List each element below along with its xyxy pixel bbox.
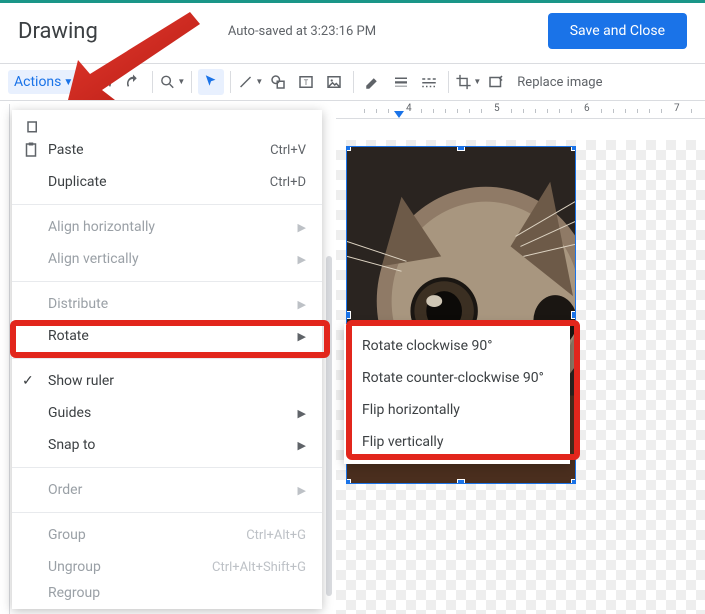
submenu-arrow-icon: ▶ xyxy=(298,439,306,452)
menu-item-order: Order ▶ xyxy=(12,474,322,506)
menu-item-show-ruler[interactable]: ✓ Show ruler xyxy=(12,365,322,397)
undo-icon[interactable] xyxy=(92,69,118,95)
submenu-item-flip-vertical[interactable]: Flip vertically xyxy=(344,426,570,458)
resize-handle-s[interactable] xyxy=(457,479,465,484)
shortcut-label: Ctrl+D xyxy=(270,175,306,190)
actions-menu-button[interactable]: Actions ▼ xyxy=(8,70,79,94)
save-and-close-button[interactable]: Save and Close xyxy=(548,13,687,49)
menu-item-paste[interactable]: Paste Ctrl+V xyxy=(12,134,322,166)
menu-item-copy: Copy xyxy=(12,116,322,134)
resize-handle-sw[interactable] xyxy=(346,479,351,484)
submenu-arrow-icon: ▶ xyxy=(298,484,306,497)
image-tool-icon[interactable] xyxy=(321,69,347,95)
toolbar: Actions ▼ ▼ ▼ T ▼ Replace image xyxy=(0,63,705,101)
resize-handle-nw[interactable] xyxy=(346,146,351,151)
menu-separator xyxy=(12,204,322,205)
submenu-item-rotate-cw[interactable]: Rotate clockwise 90° xyxy=(344,330,570,362)
menu-separator xyxy=(12,358,322,359)
paste-icon xyxy=(22,141,40,159)
line-tool-icon[interactable]: ▼ xyxy=(237,69,263,95)
menu-scrollbar[interactable] xyxy=(326,256,332,596)
menu-item-distribute: Distribute ▶ xyxy=(12,288,322,320)
menu-separator xyxy=(12,467,322,468)
shape-tool-icon[interactable] xyxy=(265,69,291,95)
menu-item-snap-to[interactable]: Snap to ▶ xyxy=(12,429,322,461)
resize-handle-ne[interactable] xyxy=(571,146,576,151)
menu-item-group: Group Ctrl+Alt+G xyxy=(12,519,322,551)
menu-item-align-horizontally: Align horizontally ▶ xyxy=(12,211,322,243)
select-tool-icon[interactable] xyxy=(198,69,224,95)
replace-image-button[interactable]: Replace image xyxy=(517,75,602,90)
menu-separator xyxy=(12,281,322,282)
caret-down-icon: ▼ xyxy=(63,77,73,88)
svg-text:T: T xyxy=(304,78,309,87)
textbox-tool-icon[interactable]: T xyxy=(293,69,319,95)
rotate-submenu: Rotate clockwise 90° Rotate counter-cloc… xyxy=(344,324,570,464)
border-color-icon[interactable] xyxy=(360,69,386,95)
zoom-icon[interactable]: ▼ xyxy=(159,69,185,95)
submenu-arrow-icon: ▶ xyxy=(298,253,306,266)
menu-separator xyxy=(12,512,322,513)
resize-handle-n[interactable] xyxy=(457,146,465,151)
vertical-ruler-edge xyxy=(0,104,10,614)
copy-icon xyxy=(22,116,40,134)
crop-icon[interactable]: ▼ xyxy=(455,69,481,95)
shortcut-label: Ctrl+Alt+Shift+G xyxy=(212,560,306,575)
checkmark-icon: ✓ xyxy=(22,373,34,389)
resize-handle-se[interactable] xyxy=(571,479,576,484)
border-dash-icon[interactable] xyxy=(416,69,442,95)
shortcut-label: Ctrl+Alt+G xyxy=(246,528,306,543)
submenu-item-flip-horizontal[interactable]: Flip horizontally xyxy=(344,394,570,426)
submenu-arrow-icon: ▶ xyxy=(298,298,306,311)
submenu-item-rotate-ccw[interactable]: Rotate counter-clockwise 90° xyxy=(344,362,570,394)
header: Drawing Auto-saved at 3:23:16 PM Save an… xyxy=(0,3,705,63)
indent-marker-icon[interactable] xyxy=(394,111,404,118)
submenu-arrow-icon: ▶ xyxy=(298,221,306,234)
menu-item-ungroup: Ungroup Ctrl+Alt+Shift+G xyxy=(12,551,322,583)
resize-handle-e[interactable] xyxy=(571,311,576,319)
redo-icon[interactable] xyxy=(120,69,146,95)
menu-item-regroup: Regroup xyxy=(12,583,322,603)
reset-image-icon[interactable] xyxy=(483,69,509,95)
actions-label: Actions xyxy=(14,74,61,90)
menu-item-rotate[interactable]: Rotate ▶ xyxy=(12,320,322,352)
autosave-status: Auto-saved at 3:23:16 PM xyxy=(228,24,376,39)
horizontal-ruler: 4 5 6 7 xyxy=(336,101,705,119)
menu-item-guides[interactable]: Guides ▶ xyxy=(12,397,322,429)
resize-handle-w[interactable] xyxy=(346,311,351,319)
submenu-arrow-icon: ▶ xyxy=(298,407,306,420)
shortcut-label: Ctrl+V xyxy=(270,143,306,158)
actions-dropdown-menu: Copy Paste Ctrl+V Duplicate Ctrl+D Align… xyxy=(12,110,322,609)
menu-item-align-vertically: Align vertically ▶ xyxy=(12,243,322,275)
menu-item-duplicate[interactable]: Duplicate Ctrl+D xyxy=(12,166,322,198)
submenu-arrow-icon: ▶ xyxy=(298,330,306,343)
border-weight-icon[interactable] xyxy=(388,69,414,95)
dialog-title: Drawing xyxy=(18,19,98,44)
